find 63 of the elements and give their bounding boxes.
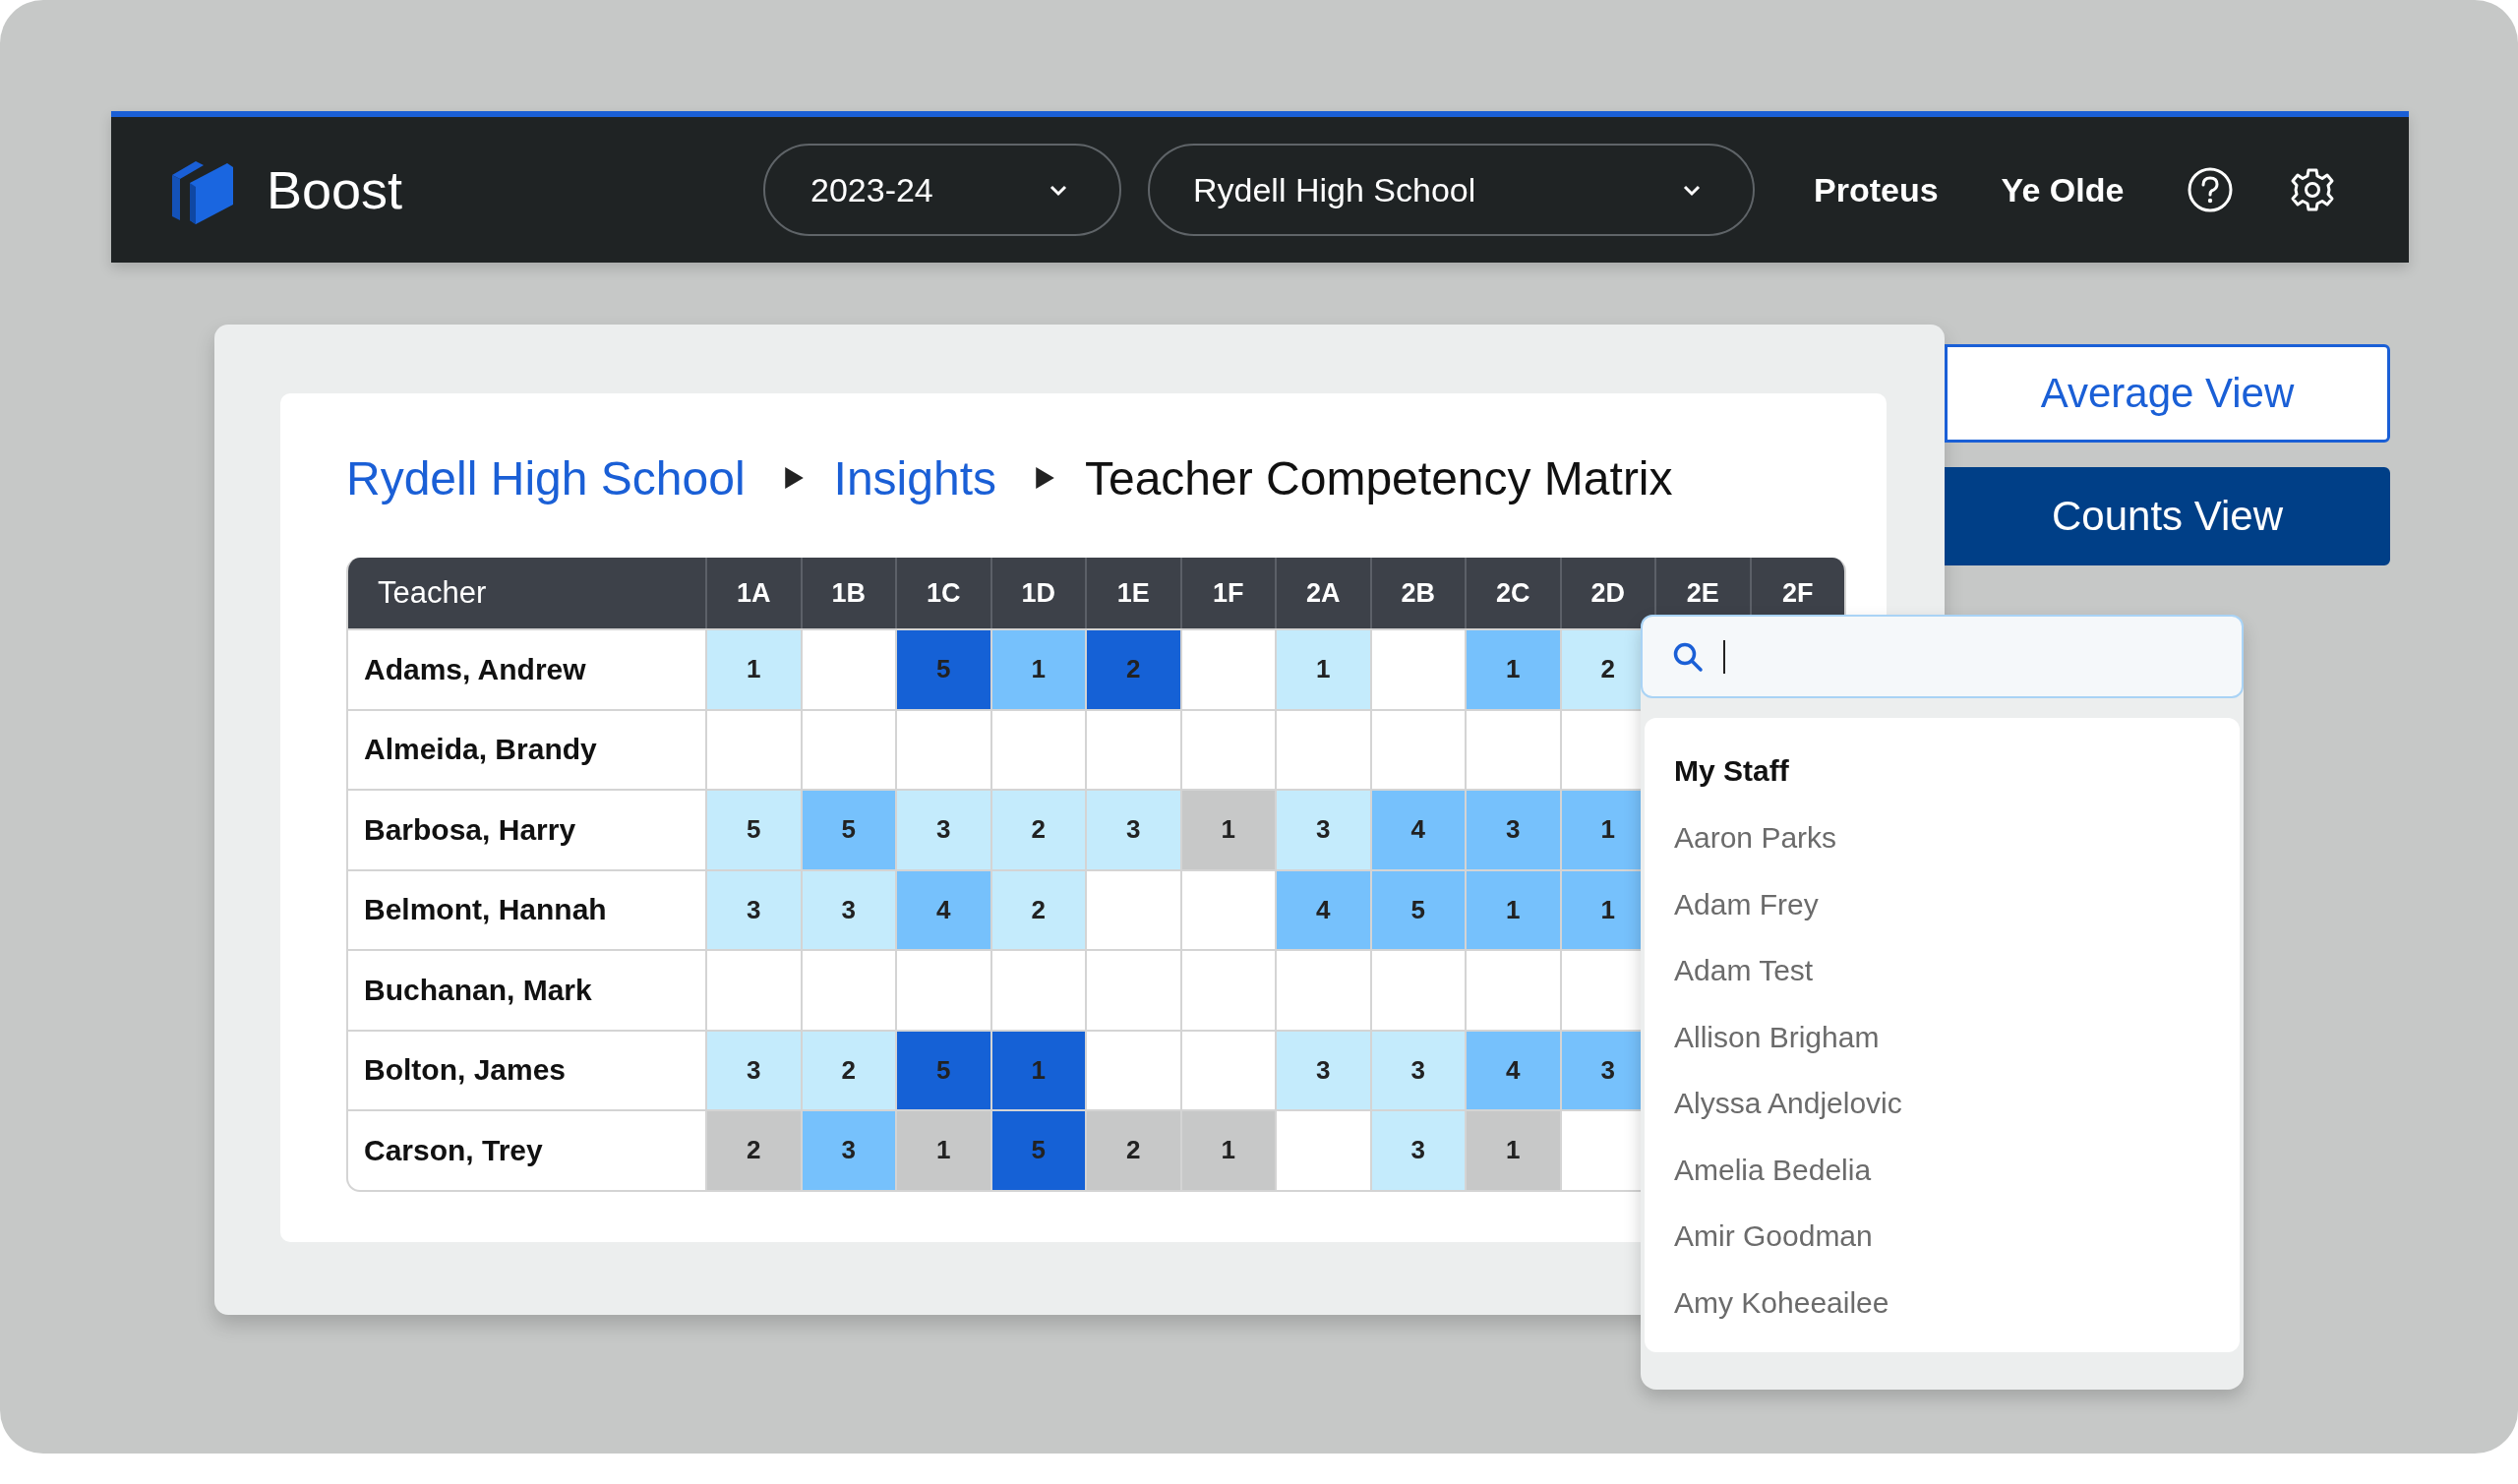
score-cell: 2: [1085, 1109, 1180, 1190]
score-cell: 2: [800, 1029, 895, 1109]
page-title: Teacher Competency Matrix: [1084, 450, 1673, 505]
triangle-right-icon: [782, 466, 805, 490]
staff-option[interactable]: Amy Koheeailee: [1674, 1269, 1889, 1336]
score-cell: 2: [989, 868, 1085, 949]
score-cell: 2: [1085, 628, 1180, 709]
score-cell: 5: [800, 789, 895, 869]
staff-option[interactable]: Aaron Parks: [1674, 804, 1837, 871]
score-cell: 4: [895, 868, 990, 949]
list-heading: My Staff: [1674, 753, 1789, 789]
score-cell: 1: [1179, 789, 1275, 869]
score-cell: 5: [1369, 868, 1465, 949]
help-icon[interactable]: [2187, 166, 2235, 213]
staff-option[interactable]: Adam Test: [1674, 937, 1814, 1004]
score-cell: 3: [895, 789, 990, 869]
staff-option[interactable]: Alyssa Andjelovic: [1674, 1070, 1902, 1137]
brand-name: Boost: [267, 159, 403, 220]
score-cell: 3: [800, 868, 895, 949]
triangle-right-icon: [1033, 466, 1055, 490]
score-cell: 1: [1465, 628, 1560, 709]
score-cell: 1: [1179, 1109, 1275, 1190]
school-select[interactable]: Rydell High School: [1148, 144, 1755, 236]
text-cursor: [1723, 639, 1725, 674]
score-cell: 3: [1465, 789, 1560, 869]
score-cell: 1: [1275, 628, 1370, 709]
score-cell: 1: [705, 628, 801, 709]
score-cell: 5: [989, 1109, 1085, 1190]
breadcrumb-link[interactable]: Insights: [833, 450, 996, 505]
score-cell: 1: [895, 1109, 990, 1190]
staff-option[interactable]: Amelia Bedelia: [1674, 1136, 1872, 1203]
breadcrumb-link[interactable]: Rydell High School: [346, 450, 746, 505]
score-cell: 4: [1369, 789, 1465, 869]
score-cell: 3: [705, 1029, 801, 1109]
score-cell: 5: [895, 628, 990, 709]
view-button[interactable]: Counts View: [1945, 467, 2390, 565]
column-header: Teacher: [377, 574, 488, 612]
score-cell: 3: [1275, 789, 1370, 869]
score-cell: 1: [989, 1029, 1085, 1109]
score-cell: 3: [1275, 1029, 1370, 1109]
score-cell: 1: [989, 628, 1085, 709]
nav-link[interactable]: Proteus: [1814, 170, 1939, 209]
score-cell: 3: [1369, 1029, 1465, 1109]
view-button[interactable]: Average View: [1945, 344, 2390, 443]
year-select[interactable]: 2023-24: [763, 144, 1121, 236]
search-icon: [1672, 640, 1704, 673]
score-cell: 2: [705, 1109, 801, 1190]
staff-option[interactable]: Allison Brigham: [1674, 1003, 1880, 1070]
score-cell: 1: [1465, 1109, 1560, 1190]
score-cell: 2: [989, 789, 1085, 869]
score-cell: 4: [1275, 868, 1370, 949]
score-cell: 3: [800, 1109, 895, 1190]
score-cell: 5: [705, 789, 801, 869]
staff-option[interactable]: Adam Frey: [1674, 870, 1819, 937]
score-cell: 4: [1465, 1029, 1560, 1109]
score-cell: 3: [1369, 1109, 1465, 1190]
staff-option[interactable]: Amir Goodman: [1674, 1203, 1873, 1270]
nav-link[interactable]: Ye Olde: [2001, 170, 2125, 209]
score-cell: 3: [1085, 789, 1180, 869]
score-cell: 5: [895, 1029, 990, 1109]
search-field[interactable]: [1641, 615, 2244, 698]
score-cell: 1: [1465, 868, 1560, 949]
score-cell: 3: [705, 868, 801, 949]
